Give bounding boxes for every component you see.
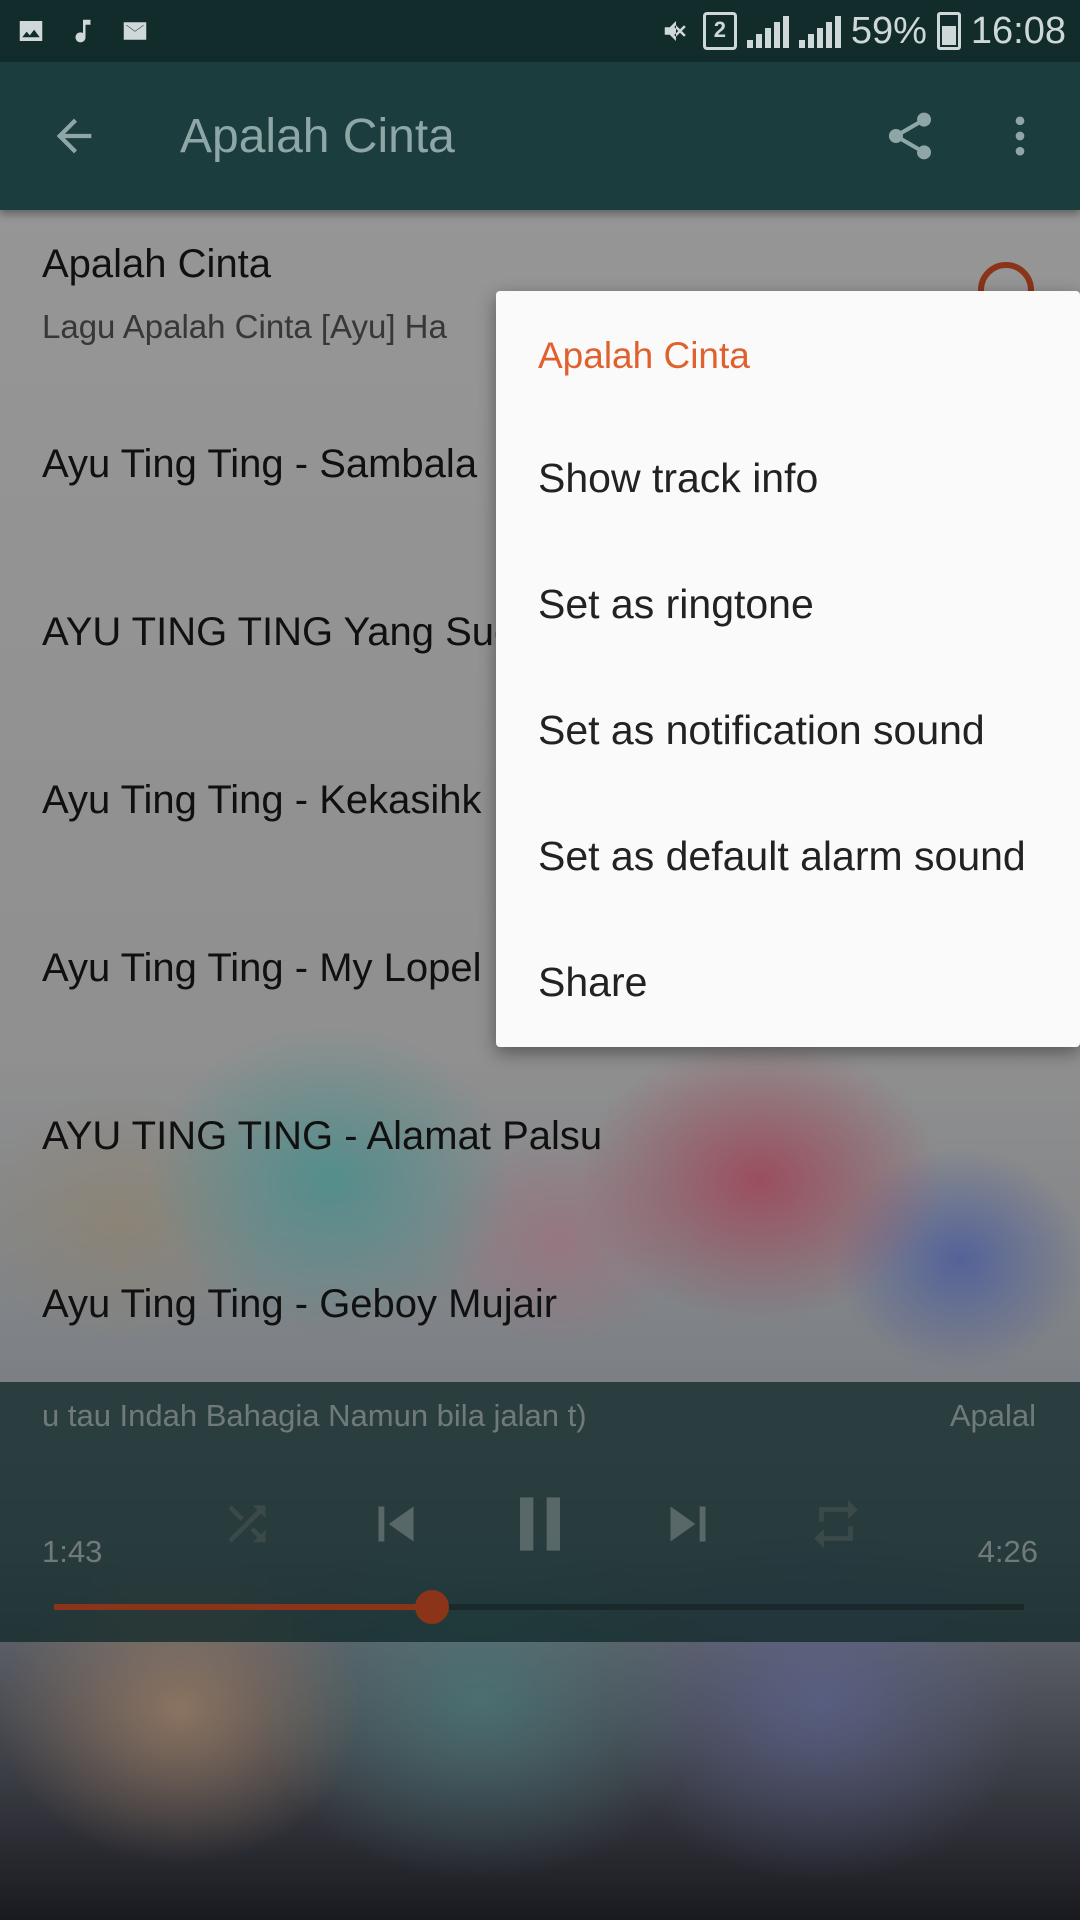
- menu-item-set-notification-sound[interactable]: Set as notification sound: [538, 707, 985, 754]
- battery-percent: 59%: [850, 9, 927, 52]
- menu-item-share[interactable]: Share: [538, 959, 647, 1006]
- back-button[interactable]: [34, 96, 114, 176]
- menu-item-set-alarm-sound[interactable]: Set as default alarm sound: [538, 833, 1026, 880]
- clock: 16:08: [970, 9, 1066, 52]
- mute-icon: [664, 21, 686, 41]
- share-button[interactable]: [870, 96, 950, 176]
- signal-icon: [746, 14, 789, 48]
- page-title: Apalah Cinta: [180, 109, 455, 163]
- app-bar: Apalah Cinta: [0, 62, 1080, 210]
- menu-item-show-track-info[interactable]: Show track info: [538, 455, 818, 502]
- signal-2-icon: [798, 14, 841, 48]
- menu-item-set-ringtone[interactable]: Set as ringtone: [538, 581, 814, 628]
- image-notification-icon: [19, 21, 43, 41]
- sim-slot-indicator: 2: [702, 12, 737, 50]
- menu-header: Apalah Cinta: [538, 335, 750, 376]
- share-icon: [888, 112, 931, 160]
- status-bar: 2 59% 16:08: [0, 0, 1080, 62]
- more-vert-icon: [1015, 116, 1025, 156]
- overflow-menu-button[interactable]: [980, 96, 1060, 176]
- arrow-back-icon: [56, 118, 92, 154]
- mail-notification-icon: [123, 22, 147, 40]
- music-notification-icon: [75, 19, 91, 43]
- battery-icon: [936, 12, 961, 50]
- track-options-menu: Apalah Cinta Show track info Set as ring…: [496, 291, 1080, 1047]
